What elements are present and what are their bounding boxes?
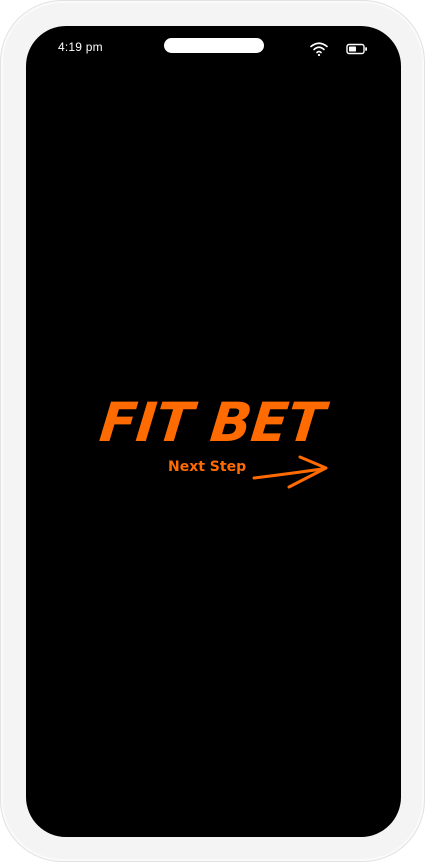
app-screen: 4:19 pm FIT BET Next Step [26, 26, 401, 837]
battery-icon [346, 43, 367, 55]
arrow-right-icon [252, 455, 328, 489]
tagline: Next Step [168, 459, 247, 475]
splash-brand: FIT BET Next Step [26, 391, 401, 511]
phone-frame: 4:19 pm FIT BET Next Step [0, 0, 425, 862]
wifi-icon [310, 42, 328, 57]
status-time: 4:19 pm [58, 40, 103, 54]
notch-pill [164, 38, 264, 53]
